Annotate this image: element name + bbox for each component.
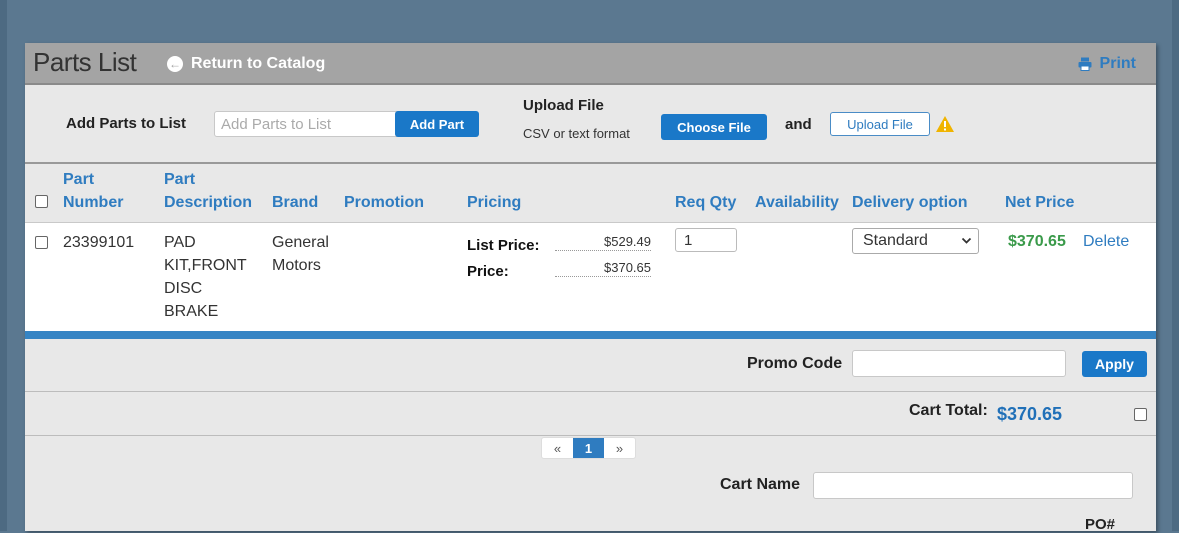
chevron-down-icon — [961, 237, 972, 244]
cart-name-input[interactable] — [813, 472, 1133, 499]
col-pricing[interactable]: Pricing — [467, 191, 521, 214]
row-select-checkbox[interactable] — [35, 236, 48, 249]
right-page-edge — [1172, 0, 1179, 531]
printer-icon — [1078, 57, 1092, 71]
cart-name-label: Cart Name — [720, 476, 801, 493]
po-number-label: PO# — [1085, 516, 1116, 533]
upload-file-title: Upload File — [523, 97, 604, 114]
cart-total-label: Cart Total: — [909, 402, 988, 419]
add-parts-input[interactable] — [214, 111, 402, 137]
description-line: DISC — [164, 280, 203, 297]
net-price-value: $370.65 — [1008, 233, 1066, 250]
next-page-button[interactable]: » — [604, 438, 635, 458]
table-row: 23399101 PAD KIT,FRONT DISC BRAKE Genera… — [25, 223, 1156, 331]
brand: General Motors — [272, 231, 329, 277]
delivery-option-select[interactable]: Standard — [852, 228, 979, 254]
left-page-edge — [0, 0, 7, 531]
col-req-qty[interactable]: Req Qty — [675, 191, 736, 214]
return-to-catalog-label: Return to Catalog — [191, 55, 326, 72]
price-value: $370.65 — [555, 260, 651, 277]
promo-code-row: Promo Code Apply — [25, 339, 1156, 392]
choose-file-button[interactable]: Choose File — [661, 114, 767, 140]
description-line: KIT,FRONT — [164, 257, 247, 274]
row-divider — [25, 331, 1156, 339]
req-qty-input[interactable] — [675, 228, 737, 252]
return-to-catalog-link[interactable]: ← Return to Catalog — [167, 55, 325, 73]
col-part-number-line2: Number — [63, 194, 124, 211]
add-parts-label: Add Parts to List — [66, 115, 187, 132]
brand-line: General — [272, 234, 329, 251]
add-part-button[interactable]: Add Part — [395, 111, 479, 137]
upload-file-subtitle: CSV or text format — [523, 126, 630, 141]
page-button-current[interactable]: 1 — [573, 438, 604, 458]
description-line: PAD — [164, 234, 196, 251]
cart-total-value: $370.65 — [997, 404, 1063, 424]
cart-total-row: Cart Total: $370.65 — [25, 392, 1156, 436]
arrow-left-circle-icon: ← — [167, 56, 183, 72]
pagination: « 1 » — [541, 437, 636, 459]
promo-code-label: Promo Code — [747, 355, 843, 372]
add-parts-bar: Add Parts to List Add Part Upload File C… — [25, 85, 1156, 164]
table-header: Part Number Part Description Brand Promo… — [25, 164, 1156, 223]
part-number: 23399101 — [63, 234, 135, 251]
col-part-description-line1: Part — [164, 171, 196, 188]
part-description: PAD KIT,FRONT DISC BRAKE — [164, 231, 247, 323]
prev-page-button[interactable]: « — [542, 438, 573, 458]
parts-list-panel: Parts List ← Return to Catalog Print Add… — [25, 43, 1156, 533]
delete-link[interactable]: Delete — [1083, 233, 1129, 251]
col-brand[interactable]: Brand — [272, 191, 318, 214]
select-all-checkbox[interactable] — [35, 195, 48, 208]
col-part-description[interactable]: Part Description — [164, 168, 252, 214]
print-link[interactable]: Print — [1078, 55, 1136, 73]
upload-file-button[interactable]: Upload File — [830, 112, 930, 136]
panel-header: Parts List ← Return to Catalog Print — [25, 43, 1156, 85]
promo-code-input[interactable] — [852, 350, 1066, 377]
price-label: Price: — [467, 263, 509, 280]
description-line: BRAKE — [164, 303, 219, 320]
and-text: and — [785, 116, 812, 133]
apply-button[interactable]: Apply — [1082, 351, 1147, 377]
page-title: Parts List — [33, 47, 137, 77]
warning-icon — [936, 116, 954, 132]
col-part-number-line1: Part — [63, 171, 95, 188]
cart-total-checkbox[interactable] — [1134, 408, 1147, 421]
delivery-option-value: Standard — [863, 232, 928, 249]
col-part-number[interactable]: Part Number — [63, 168, 123, 214]
col-delivery-option[interactable]: Delivery option — [852, 191, 968, 214]
col-promotion[interactable]: Promotion — [344, 191, 424, 214]
col-net-price[interactable]: Net Price — [1005, 191, 1074, 214]
list-price-value: $529.49 — [555, 234, 651, 251]
col-availability[interactable]: Availability — [755, 191, 839, 214]
col-part-description-line2: Description — [164, 194, 253, 211]
list-price-label: List Price: — [467, 237, 540, 254]
brand-line: Motors — [272, 257, 321, 274]
print-label: Print — [1099, 55, 1136, 72]
